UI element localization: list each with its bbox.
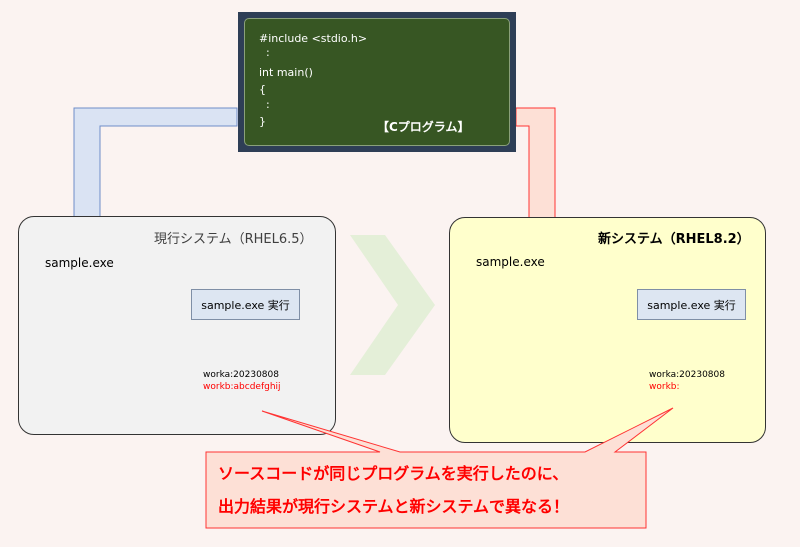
callout-line-2: 出力結果が現行システムと新システムで異なる！ [218, 497, 570, 516]
callout-line-1: ソースコードが同じプログラムを実行したのに、 [218, 464, 569, 483]
diagram-canvas: #include <stdio.h> : int main() { : } 【C… [0, 0, 800, 547]
